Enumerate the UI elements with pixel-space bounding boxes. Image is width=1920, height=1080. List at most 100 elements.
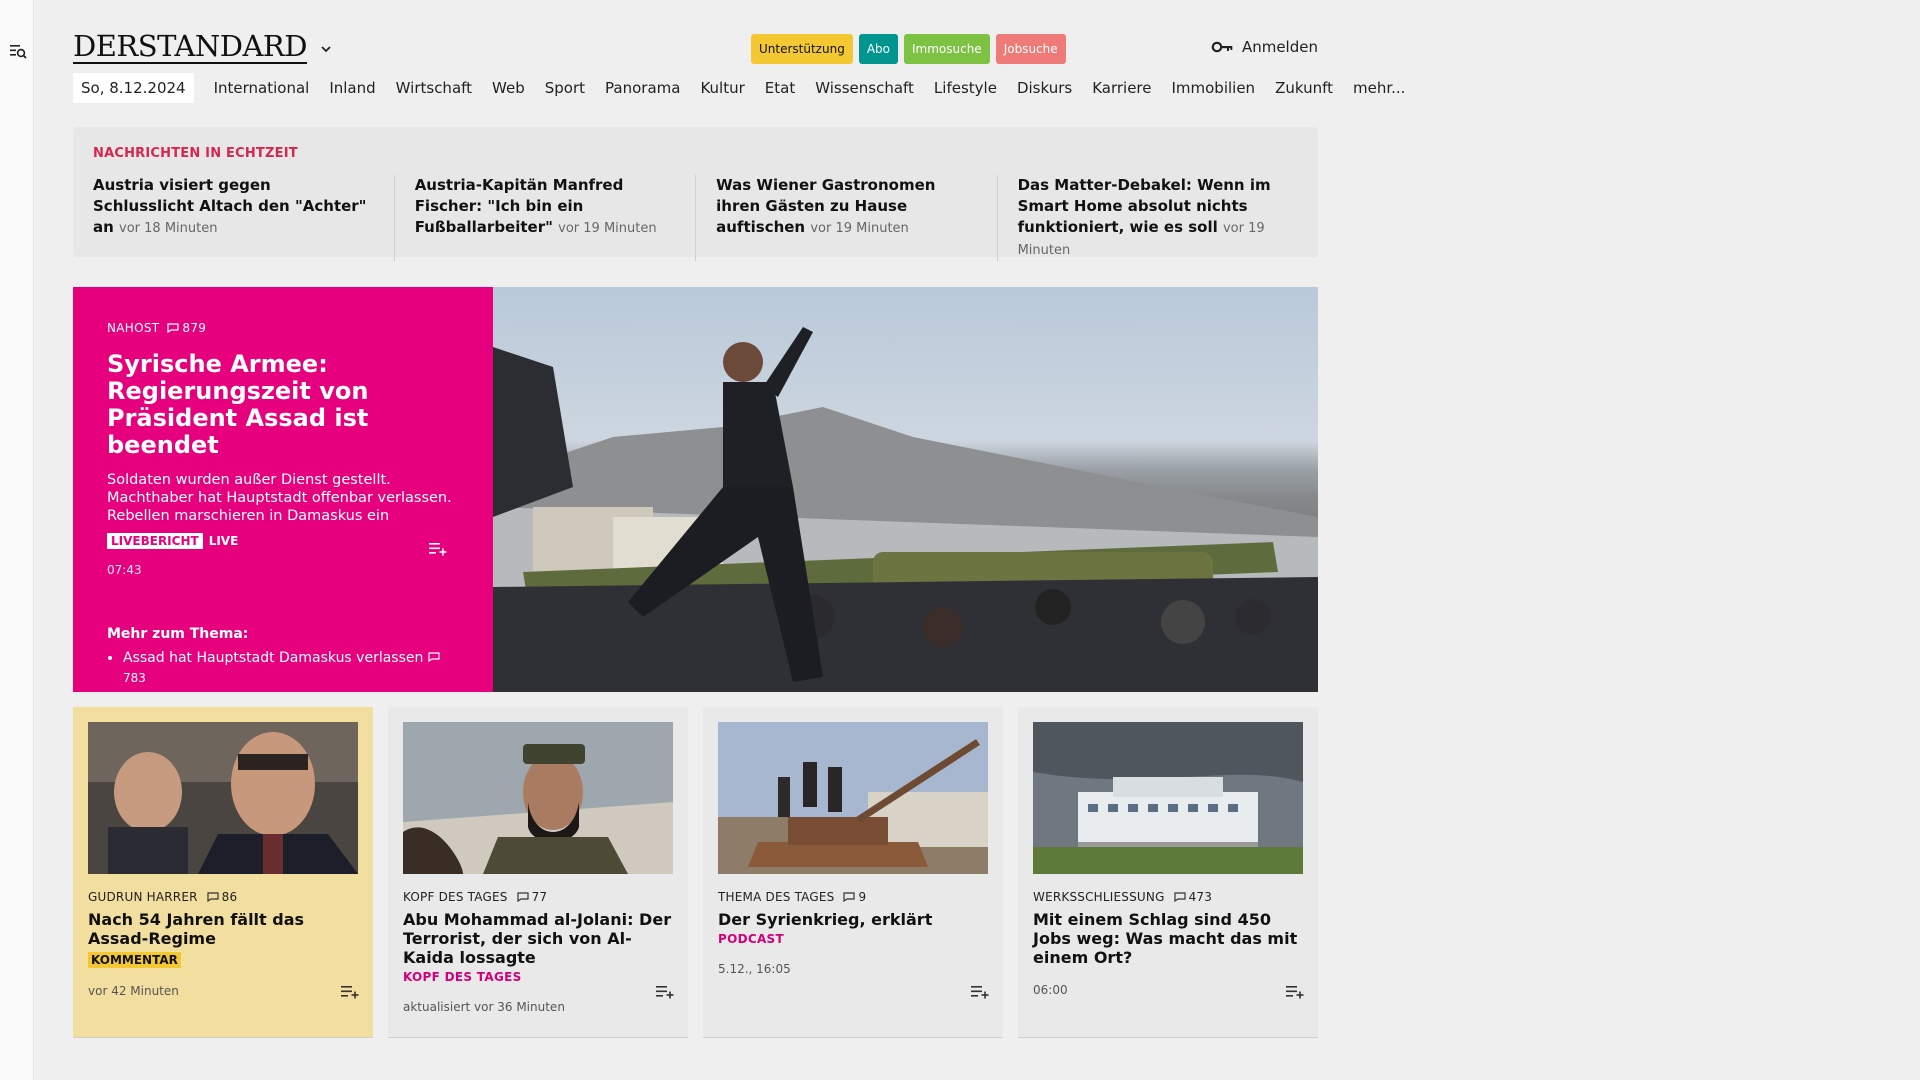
nav-item[interactable]: Web (484, 79, 533, 97)
ticker-item[interactable]: Was Wiener Gastronomen ihren Gästen zu H… (695, 175, 996, 261)
related-list: Assad hat Hauptstadt Damaskus verlassen … (107, 648, 459, 688)
card-headline[interactable]: Mit einem Schlag sind 450 Jobs weg: Was … (1033, 910, 1303, 967)
hero-comments[interactable]: 879 (167, 321, 206, 335)
news-ticker: NACHRICHTEN IN ECHTZEIT Austria visiert … (73, 127, 1318, 261)
comment-icon (516, 892, 529, 902)
card-headline[interactable]: Abu Mohammad al-Jolani: Der Terrorist, d… (403, 910, 673, 967)
header-pill-immosuche[interactable]: Immosuche (903, 34, 990, 64)
chevron-down-icon[interactable] (319, 42, 333, 56)
related-topics: Mehr zum Thema: Assad hat Hauptstadt Dam… (107, 626, 459, 688)
hero-headline[interactable]: Syrische Armee: Regierungszeit von Präsi… (107, 351, 459, 459)
card-image[interactable] (403, 722, 673, 874)
card-kicker: THEMA DES TAGES (718, 890, 835, 904)
hero-photo-tank-crowd[interactable] (493, 287, 1318, 692)
ticker-time: vor 19 Minuten (810, 221, 909, 236)
comment-icon (843, 892, 856, 902)
teaser-card[interactable]: KOPF DES TAGES 77 Abu Mohammad al-Jolani: … (388, 707, 688, 1038)
header-pill-unterstützung[interactable]: Unterstützung (751, 34, 853, 64)
nav-item[interactable]: Lifestyle (926, 79, 1005, 97)
nav-item[interactable]: mehr... (1345, 79, 1413, 97)
card-comment-count: 77 (531, 890, 548, 904)
card-image[interactable] (718, 722, 988, 874)
ticker-item[interactable]: Das Matter-Debakel: Wenn im Smart Home a… (996, 175, 1298, 261)
nav-item[interactable]: Kultur (692, 79, 752, 97)
ticker-time: vor 18 Minuten (119, 221, 218, 236)
nav-item[interactable]: Wissenschaft (807, 79, 922, 97)
card-image[interactable] (1033, 722, 1303, 874)
add-to-list-icon[interactable] (429, 542, 447, 556)
livebericht-badge: LIVEBERICHT (107, 533, 203, 549)
add-to-list-icon[interactable] (1286, 985, 1304, 999)
login-label: Anmelden (1241, 38, 1318, 56)
card-photo-schaeffler-plant (1033, 722, 1303, 874)
card-photo-assad (88, 722, 358, 874)
card-comment-count: 9 (858, 890, 867, 904)
teaser-card[interactable]: THEMA DES TAGES 9 Der Syrienkrieg, erklärt… (703, 707, 1003, 1038)
card-time: 5.12., 16:05 (718, 962, 791, 976)
header-pills: Unterstützung Abo Immosuche Jobsuche (751, 34, 1066, 64)
teaser-cards: GUDRUN HARRER 86 Nach 54 Jahren fällt das … (73, 707, 1318, 1038)
kommentar-badge: KOMMENTAR (88, 952, 181, 968)
header-pill-abo[interactable]: Abo (858, 34, 898, 64)
comment-icon (167, 323, 180, 333)
teaser-card[interactable]: GUDRUN HARRER 86 Nach 54 Jahren fällt das … (73, 707, 373, 1038)
card-comments[interactable]: 86 (207, 890, 238, 904)
nav-item[interactable]: Immobilien (1163, 79, 1263, 97)
card-photo-jolani (403, 722, 673, 874)
card-comments[interactable]: 77 (516, 890, 548, 904)
ticker-item[interactable]: Austria-Kapitän Manfred Fischer: "Ich bi… (393, 175, 695, 261)
key-icon (1211, 41, 1233, 53)
hero-teaser: NAHOST 879 Syrische Armee: Regierungszei… (73, 287, 1318, 692)
comment-icon (207, 892, 219, 902)
hero-time: 07:43 (107, 563, 142, 577)
ticker-item[interactable]: Austria visiert gegen Schlusslicht Altac… (93, 175, 394, 261)
nav-item[interactable]: Etat (757, 79, 803, 97)
hero-kicker-row: NAHOST 879 (107, 321, 459, 335)
card-photo-tank (718, 722, 988, 874)
hero-lead: Soldaten wurden außer Dienst gestellt. M… (107, 472, 452, 524)
card-image[interactable] (88, 722, 358, 874)
ticker-time: vor 19 Minuten (558, 221, 657, 236)
related-item[interactable]: Assad hat Hauptstadt Damaskus verlassen … (123, 648, 459, 688)
hero-comment-count: 879 (182, 321, 207, 335)
card-comments[interactable]: 473 (1173, 890, 1213, 904)
hero-photo-illustration (493, 327, 1318, 692)
main-column: DERSTANDARD Unterstützung Abo Immosuche Job… (73, 0, 1405, 1038)
header: DERSTANDARD Unterstützung Abo Immosuche Job… (73, 0, 1318, 70)
related-comment-count: 783 (123, 671, 146, 685)
header-pill-jobsuche[interactable]: Jobsuche (995, 34, 1066, 64)
hero-badges: LIVEBERICHT LIVE (107, 533, 459, 549)
add-to-list-icon[interactable] (971, 985, 989, 999)
nav-items: International Inland Wirtschaft Web Sport Pan… (206, 79, 1418, 97)
nav-item[interactable]: Inland (321, 79, 383, 97)
card-time: vor 42 Minuten (88, 984, 179, 998)
nav-item[interactable]: International (206, 79, 318, 97)
card-headline[interactable]: Nach 54 Jahren fällt das Assad-Regime (88, 910, 358, 948)
card-kicker-row: KOPF DES TAGES 77 (403, 890, 673, 904)
card-kicker-row: WERKSSCHLIESSUNG 473 (1033, 890, 1303, 904)
card-headline[interactable]: Der Syrienkrieg, erklärt (718, 910, 988, 929)
card-time: aktualisiert vor 36 Minuten (403, 1000, 565, 1014)
card-time: 06:00 (1033, 983, 1068, 997)
nav-item[interactable]: Diskurs (1009, 79, 1080, 97)
card-kicker: GUDRUN HARRER (88, 890, 198, 904)
add-to-list-icon[interactable] (656, 985, 674, 999)
card-kicker: KOPF DES TAGES (403, 890, 508, 904)
search-menu-icon[interactable] (9, 42, 27, 60)
site-logo[interactable]: DERSTANDARD (73, 30, 307, 64)
nav-item[interactable]: Karriere (1084, 79, 1159, 97)
login-button[interactable]: Anmelden (1211, 38, 1318, 56)
add-to-list-icon[interactable] (341, 985, 359, 999)
nav-item[interactable]: Wirtschaft (388, 79, 480, 97)
card-comment-count: 473 (1188, 890, 1213, 904)
ticker-heading: NACHRICHTEN IN ECHTZEIT (93, 146, 298, 161)
card-comments[interactable]: 9 (843, 890, 866, 904)
teaser-card[interactable]: WERKSSCHLIESSUNG 473 Mit einem Schlag sind… (1018, 707, 1318, 1038)
nav-item[interactable]: Panorama (597, 79, 688, 97)
nav-item[interactable]: Zukunft (1267, 79, 1341, 97)
ticker-row: Austria visiert gegen Schlusslicht Altac… (93, 175, 1298, 261)
comment-icon (428, 652, 440, 663)
nav-item[interactable]: Sport (537, 79, 593, 97)
card-tag: PODCAST (718, 932, 784, 946)
left-rail (0, 0, 34, 1080)
